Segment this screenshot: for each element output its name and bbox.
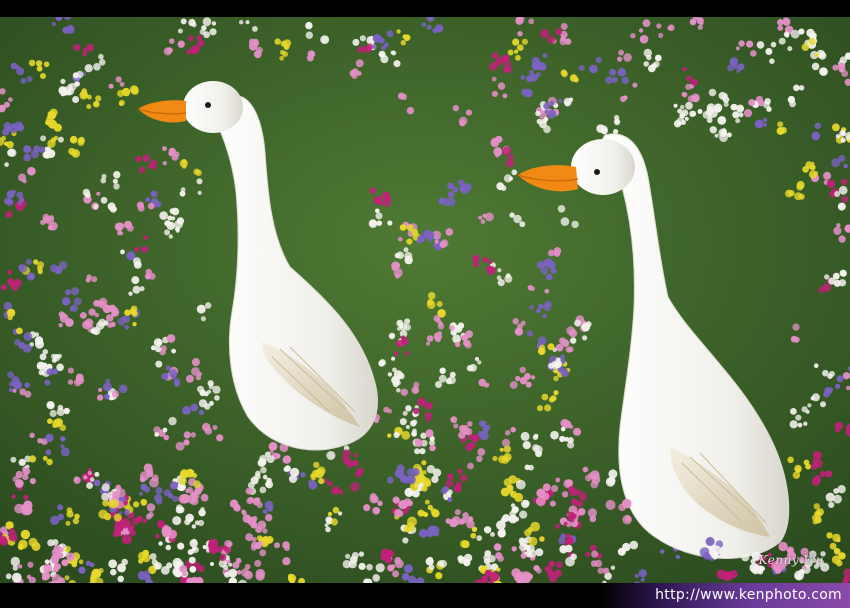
garden-scene — [0, 17, 850, 583]
footer-bar: http://www.kenphoto.com — [0, 583, 850, 608]
eye-left — [205, 102, 211, 108]
photographer-signature: Kenny Wu — [758, 553, 824, 567]
photo-frame: Kenny Wu http://www.kenphoto.com — [0, 0, 850, 608]
photo — [0, 17, 850, 583]
eye-right — [594, 169, 600, 175]
website-url: http://www.kenphoto.com — [655, 587, 842, 603]
